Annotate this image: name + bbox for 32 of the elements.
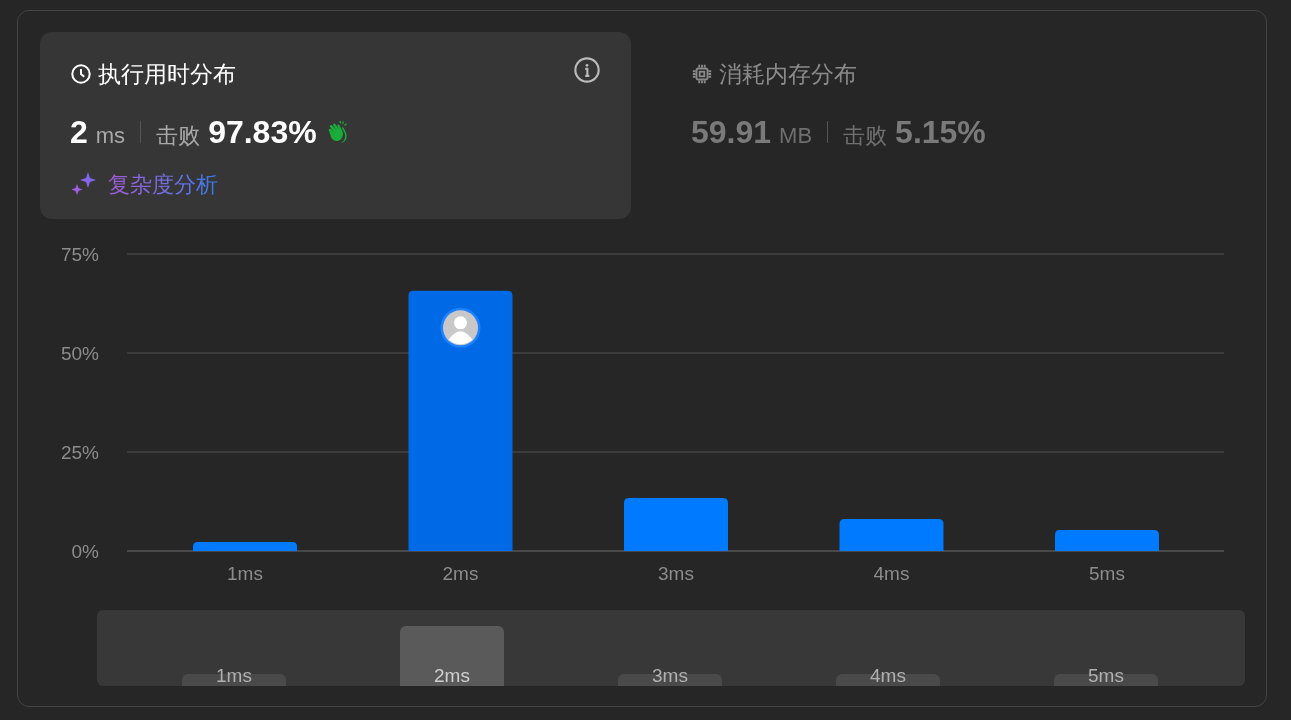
metric-value: 59.91 (691, 112, 772, 152)
clock-icon (70, 63, 92, 86)
axis-tick-label: 25% (60, 442, 99, 463)
axis-category-label: 1ms (227, 563, 263, 584)
info-icon[interactable] (573, 56, 601, 84)
axis-category-label: 5ms (1089, 563, 1125, 584)
metric-unit: ms (95, 121, 126, 150)
axis-tick-label: 75% (60, 244, 99, 265)
metric-value: 2 (70, 112, 88, 152)
metric-unit: MB (779, 121, 813, 150)
user-avatar-icon (440, 307, 481, 348)
axis-category-label: 2ms (442, 563, 479, 584)
metric-tab[interactable]: 消耗内存分布 59.91 MB 击败 5.15% (661, 32, 1252, 219)
axis-category-label: 4ms (873, 563, 910, 584)
chip-icon (691, 63, 713, 86)
beats-label: 击败 (843, 121, 888, 150)
axis-tick-label: 50% (60, 343, 99, 364)
range-label: 3ms (652, 666, 688, 686)
axis-category-label: 3ms (658, 563, 694, 584)
range-label: 1ms (216, 666, 252, 686)
range-label: 2ms (434, 666, 470, 686)
beats-label: 击败 (156, 121, 201, 150)
range-label: 4ms (870, 666, 906, 686)
axis-tick-label: 0% (71, 541, 99, 562)
sparkle-icon (70, 171, 98, 197)
beats-value: 5.15% (895, 112, 986, 152)
tab-title: 执行用时分布 (98, 60, 236, 89)
tab-title: 消耗内存分布 (719, 60, 857, 89)
beats-value: 97.83% (208, 112, 317, 152)
metric-tab[interactable]: 执行用时分布 2 ms 击败 97.83% 复杂度分析 (40, 32, 631, 219)
range-bar[interactable] (400, 626, 504, 686)
range-label: 5ms (1088, 666, 1124, 686)
